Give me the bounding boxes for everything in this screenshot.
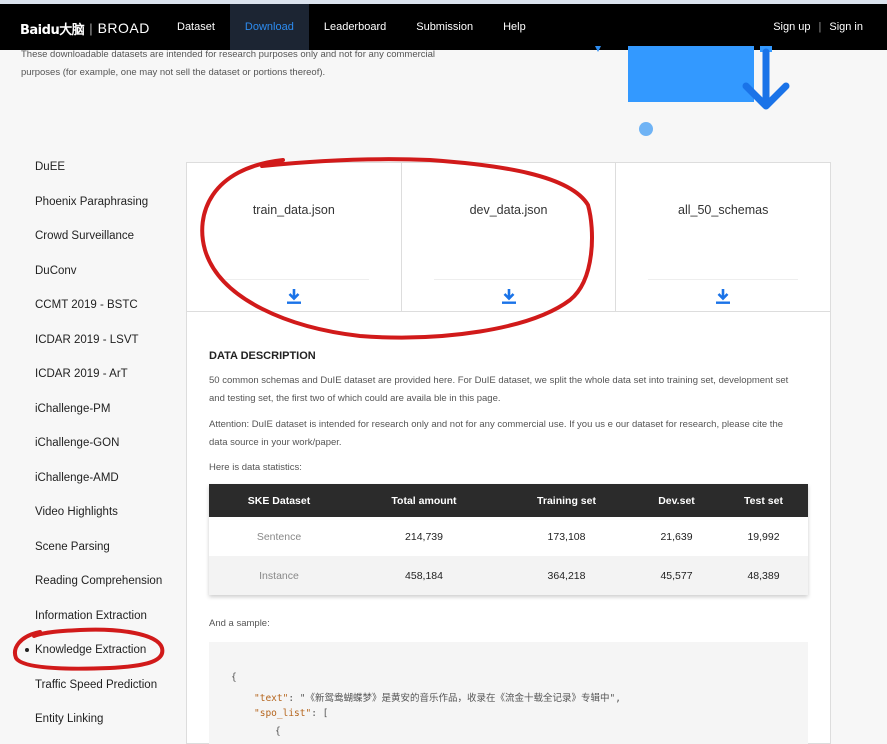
column-header: Dev.set [634, 484, 719, 517]
baidu-brain-logo[interactable]: Baidu大脑 | BROAD [20, 18, 150, 38]
paragraph-line: data source in your work/paper. [209, 436, 342, 448]
column-header: Test set [719, 484, 808, 517]
table-cell: 364,218 [499, 556, 634, 595]
table-cell: 173,108 [499, 517, 634, 556]
intro-line-2: purposes (for example, one may not sell … [21, 67, 326, 78]
description-paragraph-2: Attention: DuIE dataset is intended for … [209, 416, 809, 451]
sidebar-item-icdar-2019-lsvt[interactable]: ICDAR 2019 - LSVT [20, 323, 180, 358]
sidebar-item-video-highlights[interactable]: Video Highlights [20, 495, 180, 530]
sidebar-item-ichallenge-amd[interactable]: iChallenge-AMD [20, 461, 180, 496]
download-card-title: train_data.json [252, 203, 335, 217]
paragraph-line: and testing set, the first two of which … [209, 392, 501, 404]
data-statistics-table: SKE Dataset Total amount Training set De… [209, 484, 808, 595]
sidebar-item-phoenix-paraphrasing[interactable]: Phoenix Paraphrasing [20, 185, 180, 220]
nav-submission[interactable]: Submission [401, 4, 488, 50]
column-header: SKE Dataset [209, 484, 349, 517]
auth-separator: | [818, 21, 822, 33]
description-paragraph-3: Here is data statistics: [209, 462, 302, 473]
download-icon[interactable] [500, 287, 518, 305]
card-divider [433, 279, 584, 280]
table-cell: 48,389 [719, 556, 808, 595]
paragraph-line: Attention: DuIE dataset is intended for … [209, 419, 784, 430]
code-key: "text" [254, 693, 289, 704]
table-cell: 458,184 [349, 556, 499, 595]
table-row: Instance 458,184 364,218 45,577 48,389 [209, 556, 808, 595]
download-cards: train_data.json dev_data.json all_50_sch… [186, 162, 831, 312]
sign-up-link[interactable]: Sign up [773, 4, 810, 50]
sidebar-item-icdar-2019-art[interactable]: ICDAR 2019 - ArT [20, 357, 180, 392]
table-cell: Sentence [209, 517, 349, 556]
main-nav: Dataset Download Leaderboard Submission … [162, 4, 541, 50]
card-divider [648, 279, 799, 280]
download-card-all-50-schemas[interactable]: all_50_schemas [616, 163, 830, 311]
logo-broad-text: BROAD [97, 20, 150, 36]
download-card-train-data[interactable]: train_data.json [187, 163, 402, 311]
download-icon[interactable] [285, 287, 303, 305]
data-description-panel: DATA DESCRIPTION 50 common schemas and D… [186, 312, 831, 744]
sidebar-item-ichallenge-gon[interactable]: iChallenge-GON [20, 426, 180, 461]
sidebar-item-entity-linking[interactable]: Entity Linking [20, 702, 180, 737]
sidebar-item-traffic-speed-prediction[interactable]: Traffic Speed Prediction [20, 668, 180, 703]
paragraph-line: 50 common schemas and DuIE dataset are p… [209, 375, 789, 386]
sidebar-item-ichallenge-pm[interactable]: iChallenge-PM [20, 392, 180, 427]
sidebar-item-information-extraction[interactable]: Information Extraction [20, 599, 180, 634]
download-icon[interactable] [714, 287, 732, 305]
data-description-title: DATA DESCRIPTION [209, 350, 316, 362]
sidebar-item-crowd-surveillance[interactable]: Crowd Surveillance [20, 219, 180, 254]
code-line: { [275, 726, 281, 737]
code-line: "spo_list": [ [254, 708, 328, 719]
description-paragraph-1: 50 common schemas and DuIE dataset are p… [209, 372, 809, 407]
logo-separator: | [89, 20, 93, 36]
code-key: "spo_list" [254, 708, 312, 719]
top-navigation-bar: Baidu大脑 | BROAD Dataset Download Leaderb… [0, 0, 887, 50]
download-card-title: dev_data.json [469, 203, 548, 217]
sidebar-item-reading-comprehension[interactable]: Reading Comprehension [20, 564, 180, 599]
code-value: : [ [311, 708, 329, 719]
table-cell: 214,739 [349, 517, 499, 556]
sidebar-item-ccmt-2019-bstc[interactable]: CCMT 2019 - BSTC [20, 288, 180, 323]
column-header: Total amount [349, 484, 499, 517]
table-cell: 21,639 [634, 517, 719, 556]
table-cell: Instance [209, 556, 349, 595]
logo-brand-text: Baidu大脑 [20, 22, 85, 38]
download-card-title: all_50_schemas [678, 203, 769, 217]
nav-download[interactable]: Download [229, 4, 309, 50]
nav-leaderboard[interactable]: Leaderboard [309, 4, 401, 50]
table-cell: 19,992 [719, 517, 808, 556]
sidebar-item-duee[interactable]: DuEE [20, 150, 180, 185]
column-header: Training set [499, 484, 634, 517]
sidebar-item-knowledge-extraction[interactable]: Knowledge Extraction [20, 633, 180, 668]
code-line: { [231, 672, 237, 683]
table-header-row: SKE Dataset Total amount Training set De… [209, 484, 808, 517]
download-intro-text: These downloadable datasets are intended… [21, 46, 461, 82]
nav-help[interactable]: Help [488, 4, 541, 50]
download-card-dev-data[interactable]: dev_data.json [402, 163, 617, 311]
sample-code-block: { "text": "《新鸳鸯蝴蝶梦》是黄安的音乐作品，收录在《流金十载全记录》… [209, 642, 808, 744]
card-divider [219, 279, 369, 280]
sidebar-item-scene-parsing[interactable]: Scene Parsing [20, 530, 180, 565]
intro-line-1: These downloadable datasets are intended… [21, 49, 436, 60]
nav-dataset[interactable]: Dataset [162, 4, 230, 50]
auth-links: Sign up | Sign in [773, 4, 863, 50]
code-line: "text": "《新鸳鸯蝴蝶梦》是黄安的音乐作品，收录在《流金十载全记录》专辑… [254, 690, 621, 704]
code-value: : "《新鸳鸯蝴蝶梦》是黄安的音乐作品，收录在《流金十载全记录》专辑中", [288, 693, 621, 704]
dataset-sidebar: DuEE Phoenix Paraphrasing Crowd Surveill… [20, 150, 180, 737]
sidebar-item-duconv[interactable]: DuConv [20, 254, 180, 289]
sign-in-link[interactable]: Sign in [829, 4, 863, 50]
sample-label: And a sample: [209, 618, 270, 629]
table-row: Sentence 214,739 173,108 21,639 19,992 [209, 517, 808, 556]
table-cell: 45,577 [634, 556, 719, 595]
download-illustration [595, 46, 790, 136]
